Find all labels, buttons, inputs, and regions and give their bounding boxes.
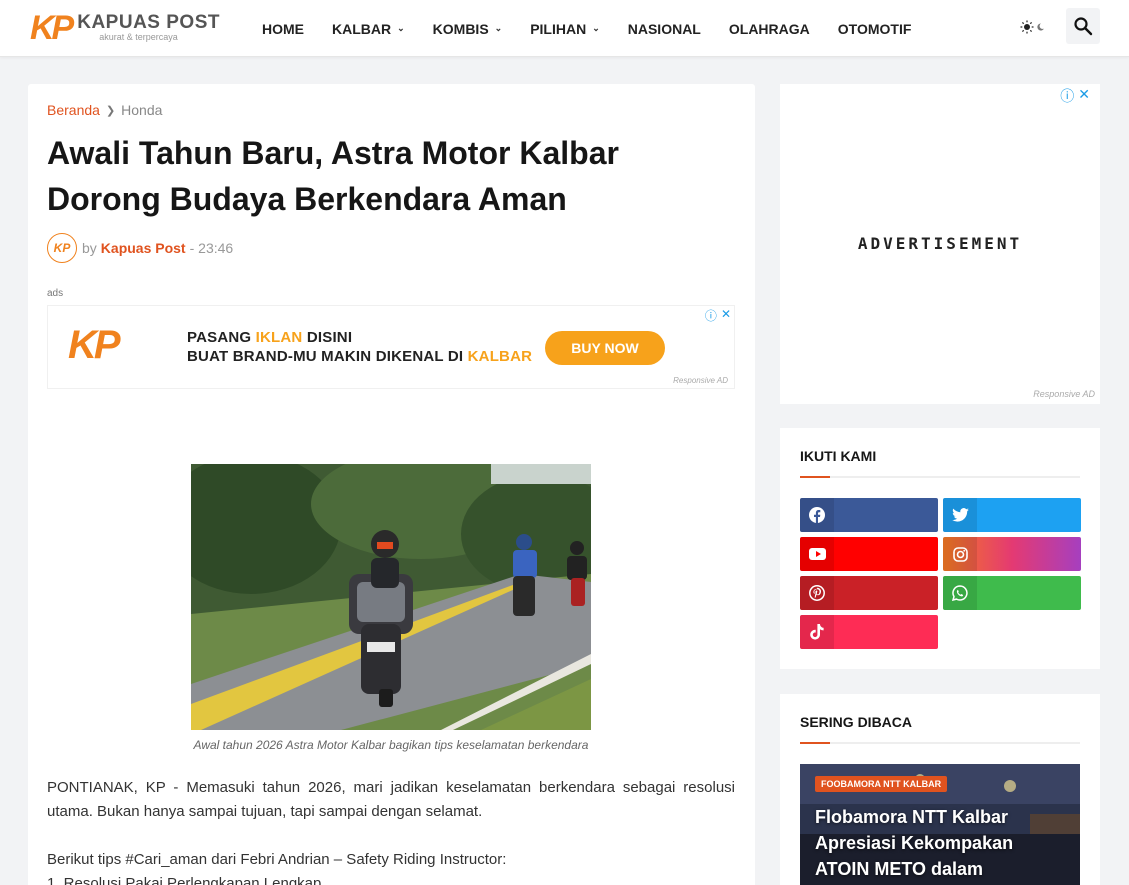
- ad-headline-line1: PASANG IKLAN DISINI: [187, 329, 352, 346]
- close-icon[interactable]: ✕: [1078, 86, 1090, 106]
- widget-divider: [800, 476, 1080, 478]
- tiktok-icon: [800, 615, 834, 649]
- ad-text: DISINI: [302, 329, 353, 346]
- nav-item-kalbar[interactable]: KALBAR ⌄: [318, 21, 419, 37]
- chevron-down-icon: ⌄: [494, 23, 503, 33]
- search-icon: [1074, 17, 1093, 36]
- pinterest-icon: [800, 576, 834, 610]
- photo-caption: Awal tahun 2026 Astra Motor Kalbar bagik…: [193, 738, 589, 752]
- nav-item-kombis[interactable]: KOMBIS ⌄: [419, 21, 517, 37]
- motorcycle-photo: [191, 464, 591, 730]
- responsive-ad-label: Responsive AD: [1033, 389, 1095, 399]
- instagram-icon: [943, 537, 977, 571]
- info-icon[interactable]: ⓘ: [1060, 86, 1074, 106]
- popular-post-card[interactable]: FOOBAMORA NTT KALBAR Flobamora NTT Kalba…: [800, 764, 1080, 885]
- article-photo: [191, 464, 591, 730]
- nav-item-pilihan[interactable]: PILIHAN ⌄: [516, 21, 614, 37]
- ad-text-highlight: IKLAN: [255, 329, 303, 346]
- nav-label: KOMBIS: [432, 20, 489, 37]
- breadcrumb-current[interactable]: Honda: [121, 102, 162, 118]
- follow-widget: IKUTI KAMI: [780, 428, 1100, 669]
- widget-title: SERING DIBACA: [800, 714, 913, 730]
- nav-label: OLAHRAGA: [728, 20, 810, 37]
- twitter-icon: [943, 498, 977, 532]
- popular-post-title[interactable]: Flobamora NTT Kalbar Apresiasi Kekompaka…: [815, 804, 1070, 882]
- article-container: Beranda ❯ Honda Awali Tahun Baru, Astra …: [28, 84, 755, 885]
- article-title: Awali Tahun Baru, Astra Motor Kalbar Dor…: [47, 135, 619, 217]
- logo-tagline: akurat & terpercaya: [99, 32, 178, 43]
- widget-title: IKUTI KAMI: [800, 448, 877, 464]
- article-paragraph: PONTIANAK, KP - Memasuki tahun 2026, mar…: [47, 779, 735, 820]
- sidebar-ad[interactable]: ⓘ ✕ ADVERTISEMENT Responsive AD: [780, 84, 1100, 404]
- chevron-right-icon: ❯: [105, 104, 116, 117]
- nav-item-nasional[interactable]: NASIONAL: [614, 21, 715, 37]
- ad-text-highlight: KALBAR: [467, 348, 533, 365]
- site-logo[interactable]: KP KAPUAS POST akurat & terpercaya: [30, 8, 220, 48]
- whatsapp-icon: [943, 576, 977, 610]
- chevron-down-icon: ⌄: [397, 23, 405, 33]
- ad-controls[interactable]: ⓘ ✕: [1060, 86, 1090, 106]
- logo-text: KAPUAS POST akurat & terpercaya: [77, 13, 220, 43]
- category-badge[interactable]: FOOBAMORA NTT KALBAR: [815, 776, 948, 792]
- main-nav: HOME KALBAR ⌄ KOMBIS ⌄ PILIHAN ⌄ NASIONAL O…: [248, 0, 925, 57]
- nav-label: PILIHAN: [530, 20, 587, 37]
- nav-item-home[interactable]: HOME: [248, 21, 318, 37]
- youtube-icon: [800, 537, 834, 571]
- author-avatar[interactable]: KP: [47, 233, 77, 263]
- instagram-button[interactable]: [943, 537, 1081, 571]
- facebook-icon: [800, 498, 834, 532]
- article-paragraph: Berikut tips #Cari_aman dari Febri Andri…: [47, 851, 507, 868]
- nav-label: KALBAR: [332, 20, 392, 37]
- author-link[interactable]: Kapuas Post: [101, 240, 186, 256]
- facebook-button[interactable]: [800, 498, 938, 532]
- popular-widget: SERING DIBACA FOOBAMORA NTT KALBAR Floba…: [780, 694, 1100, 885]
- breadcrumb: Beranda ❯ Honda: [47, 102, 162, 118]
- sun-moon-icon: [1020, 20, 1044, 34]
- logo-mark: KP: [30, 9, 74, 47]
- nav-label: NASIONAL: [627, 20, 701, 37]
- twitter-button[interactable]: [943, 498, 1081, 532]
- ad-controls[interactable]: ⓘ ✕: [705, 307, 731, 324]
- ad-text: BUAT BRAND-MU MAKIN DIKENAL DI: [187, 348, 468, 365]
- tiktok-button[interactable]: [800, 615, 938, 649]
- close-icon[interactable]: ✕: [721, 307, 731, 324]
- advertisement-label: ADVERTISEMENT: [857, 234, 1023, 253]
- youtube-button[interactable]: [800, 537, 938, 571]
- post-time: - 23:46: [189, 240, 234, 256]
- chevron-down-icon: ⌄: [592, 23, 600, 33]
- ad-banner[interactable]: KP PASANG IKLAN DISINI BUAT BRAND-MU MAK…: [47, 305, 735, 389]
- theme-toggle-button[interactable]: [1016, 16, 1050, 38]
- ad-text: PASANG: [187, 329, 256, 346]
- whatsapp-button[interactable]: [943, 576, 1081, 610]
- site-header: KP KAPUAS POST akurat & terpercaya HOME …: [0, 0, 1129, 57]
- ad-logo: KP: [68, 323, 121, 367]
- widget-divider: [800, 742, 1080, 744]
- breadcrumb-home-link[interactable]: Beranda: [47, 102, 100, 118]
- article-paragraph: 1. Resolusi Pakai Perlengkapan Lengkap: [47, 875, 322, 885]
- logo-name: KAPUAS POST: [77, 12, 220, 34]
- nav-item-otomotif[interactable]: OTOMOTIF: [824, 21, 926, 37]
- byline-prefix: by: [82, 240, 97, 256]
- nav-item-olahraga[interactable]: OLAHRAGA: [715, 21, 824, 37]
- nav-label: OTOMOTIF: [837, 20, 912, 37]
- search-button[interactable]: [1066, 8, 1100, 44]
- responsive-ad-label: Responsive AD: [673, 376, 728, 385]
- info-icon[interactable]: ⓘ: [705, 307, 717, 324]
- ads-label: ads: [47, 288, 64, 299]
- nav-label: HOME: [262, 20, 304, 37]
- buy-now-button[interactable]: BUY NOW: [545, 331, 665, 365]
- pinterest-button[interactable]: [800, 576, 938, 610]
- article-byline: KP by Kapuas Post - 23:46: [47, 232, 233, 264]
- ad-headline-line2: BUAT BRAND-MU MAKIN DIKENAL DI KALBAR: [187, 348, 532, 365]
